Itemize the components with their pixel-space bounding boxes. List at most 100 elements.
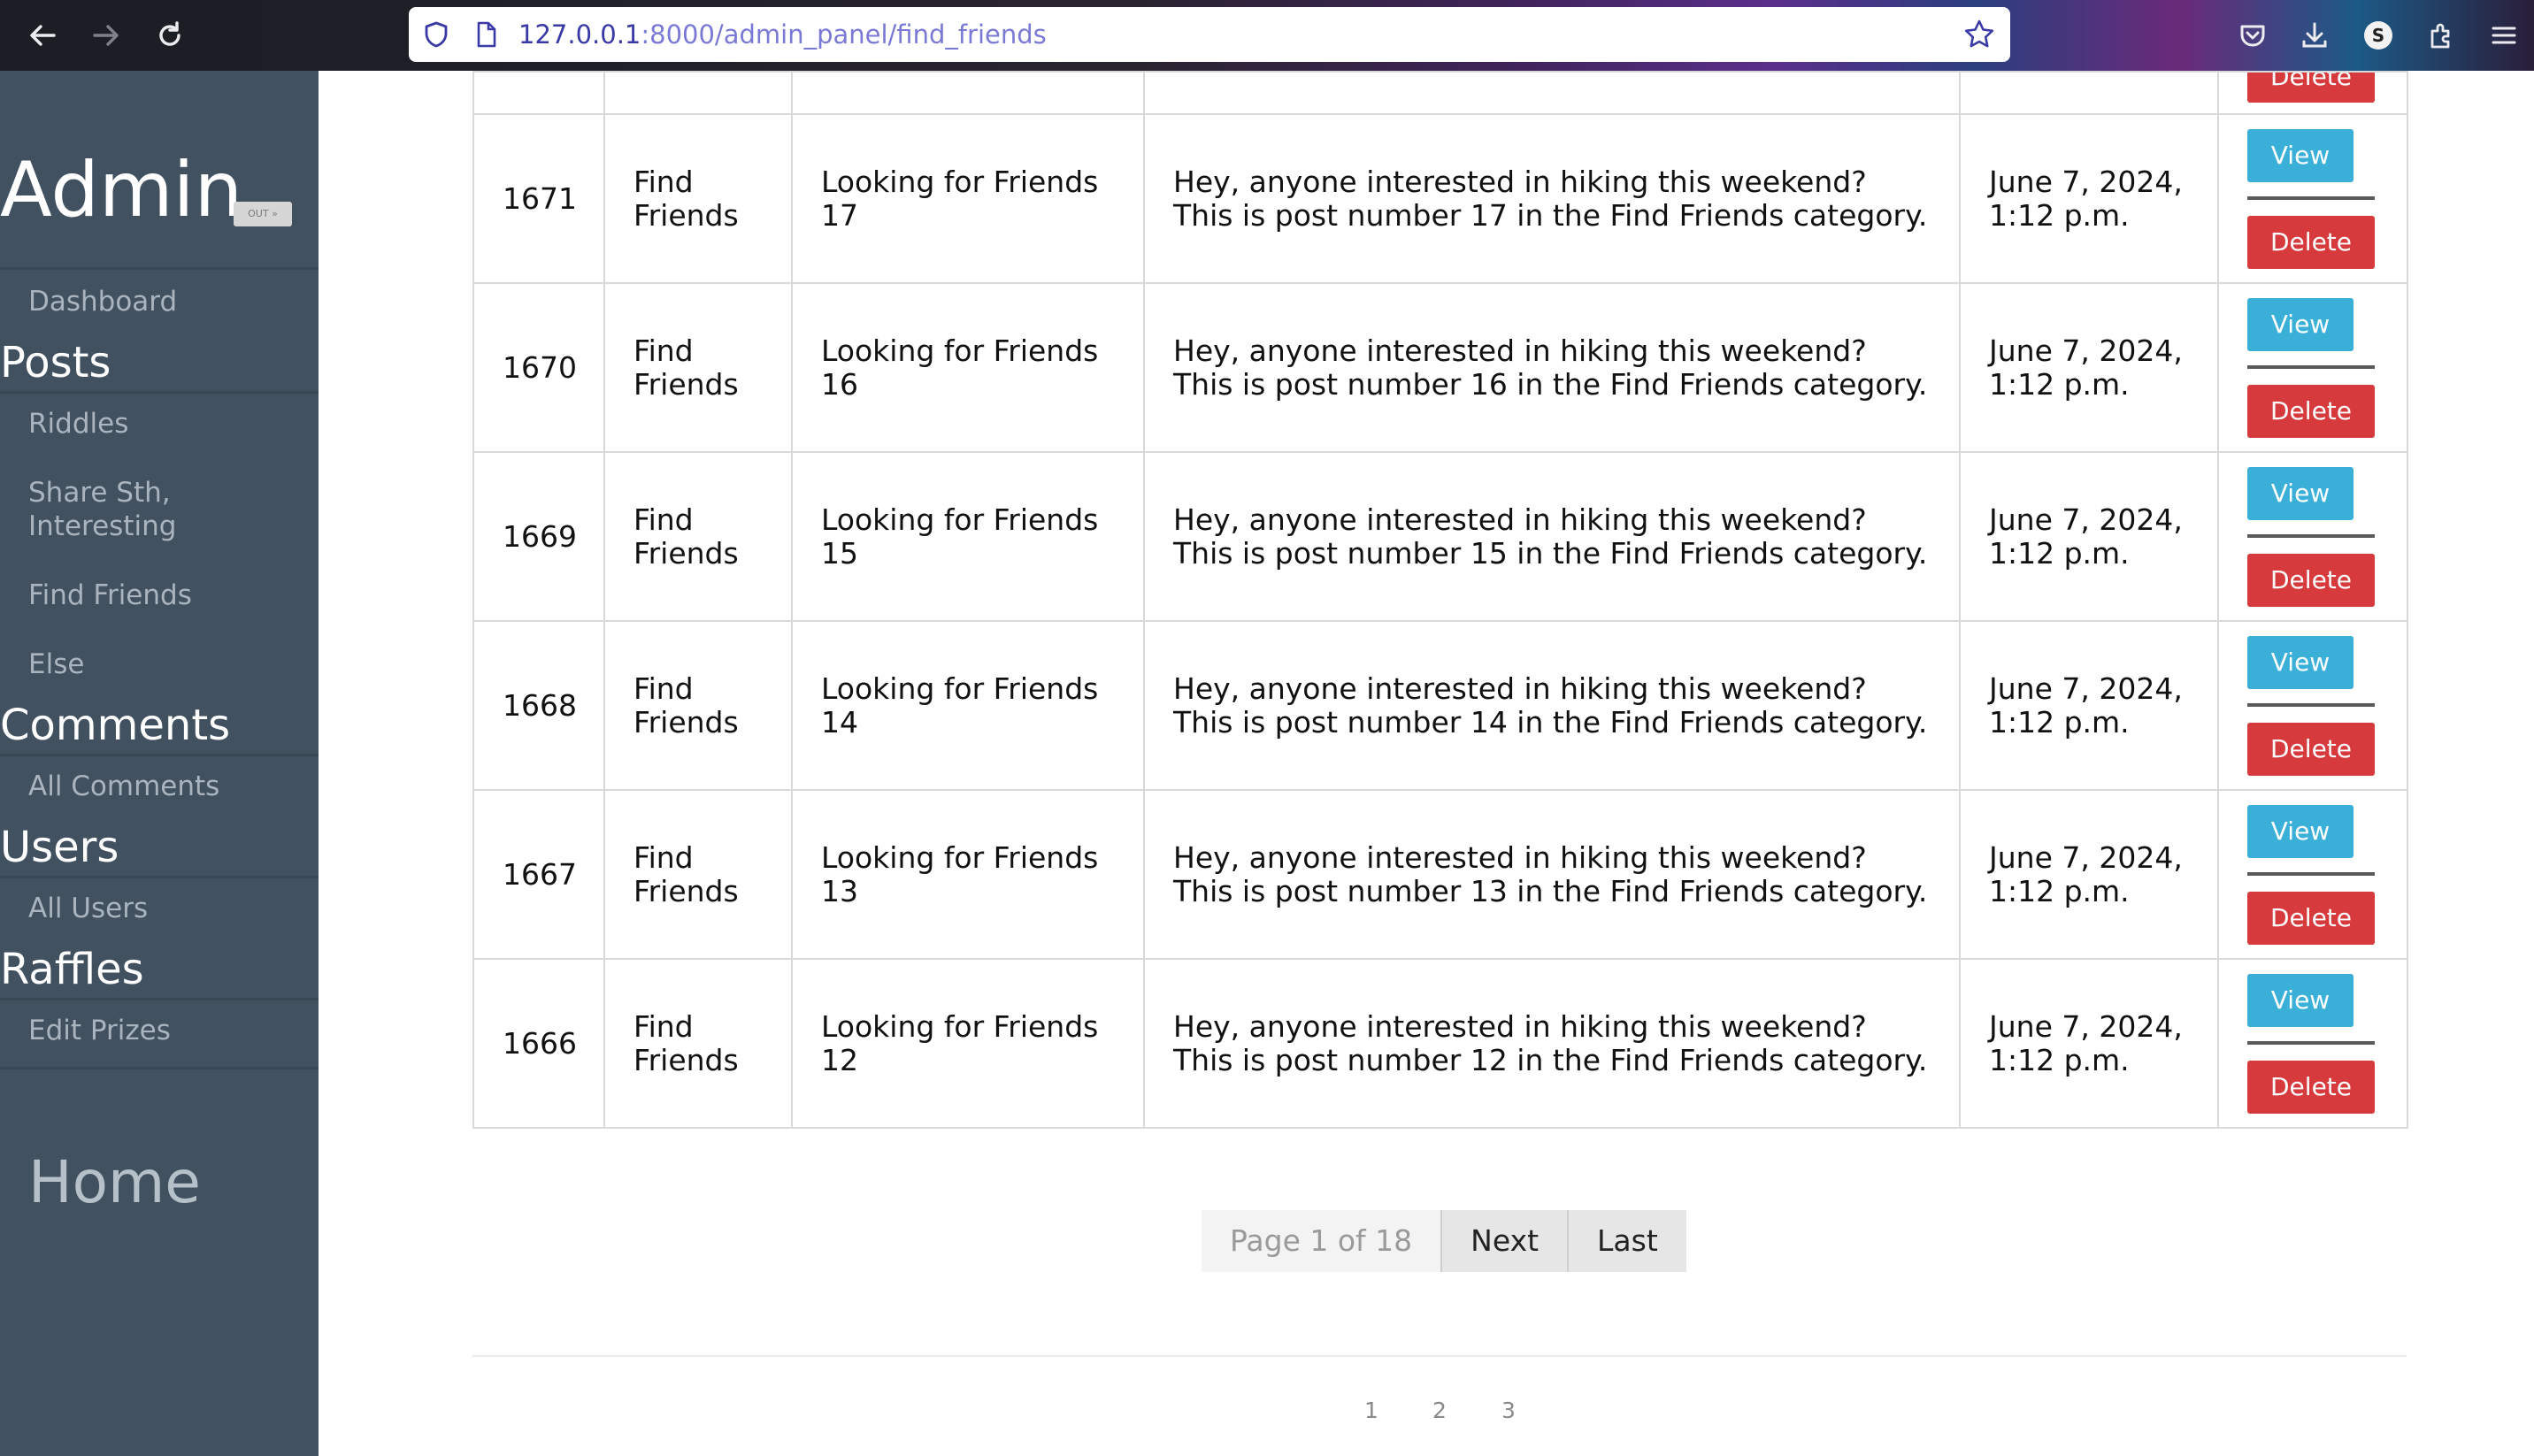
- delete-button[interactable]: Delete: [2247, 215, 2375, 269]
- delete-button[interactable]: Delete: [2247, 384, 2375, 438]
- post-category: Find Friends: [603, 451, 793, 622]
- delete-button[interactable]: Delete: [2247, 1060, 2375, 1114]
- actions-cell: View Delete: [2217, 620, 2408, 791]
- post-id: 1668: [472, 620, 605, 791]
- sidebar-item-share-something-interesting[interactable]: Share Sth, Interesting: [28, 476, 176, 543]
- account-icon[interactable]: S: [2355, 12, 2401, 58]
- sidebar-item-else[interactable]: Else: [28, 648, 84, 681]
- sidebar-divider: [0, 754, 319, 756]
- sidebar-item-all-users[interactable]: All Users: [28, 892, 148, 925]
- action-divider: [2247, 195, 2375, 200]
- table-row: 1667 Find Friends Looking for Friends 13…: [472, 789, 2408, 960]
- actions-cell: View Delete: [2217, 789, 2408, 960]
- sidebar-item-edit-prizes[interactable]: Edit Prizes: [28, 1014, 171, 1047]
- post-id: 1669: [472, 451, 605, 622]
- bookmark-star-icon[interactable]: [1962, 18, 1996, 55]
- sidebar-heading-raffles: Raffles: [0, 945, 144, 994]
- post-category: Find Friends: [603, 958, 793, 1129]
- post-content: Hey, anyone interested in hiking this we…: [1143, 789, 1961, 960]
- next-page-button[interactable]: Next: [1440, 1210, 1568, 1272]
- post-title: Looking for Friends 17: [791, 113, 1145, 284]
- reload-icon[interactable]: [147, 12, 193, 58]
- post-date: June 7, 2024, 1:12 p.m.: [1959, 282, 2219, 453]
- view-button[interactable]: View: [2247, 297, 2354, 351]
- url-text[interactable]: 127.0.0.1:8000/admin_panel/find_friends: [518, 7, 1047, 62]
- table-row: 1670 Find Friends Looking for Friends 16…: [472, 282, 2408, 453]
- table-row-partial: Delete: [472, 71, 2408, 115]
- actions-cell: View Delete: [2217, 451, 2408, 622]
- sidebar-heading-users: Users: [0, 823, 119, 872]
- post-category: Find Friends: [603, 282, 793, 453]
- sidebar-brand[interactable]: Admin: [0, 152, 242, 228]
- post-title: Looking for Friends 15: [791, 451, 1145, 622]
- pagination: Page 1 of 18 Next Last: [1202, 1210, 1686, 1272]
- back-arrow-icon[interactable]: [19, 12, 65, 58]
- action-divider: [2247, 1040, 2375, 1045]
- page-link-2[interactable]: 2: [1432, 1398, 1447, 1423]
- sidebar-item-find-friends[interactable]: Find Friends: [28, 579, 192, 612]
- table-row: 1669 Find Friends Looking for Friends 15…: [472, 451, 2408, 622]
- post-date: June 7, 2024, 1:12 p.m.: [1959, 113, 2219, 284]
- view-button[interactable]: View: [2247, 804, 2354, 858]
- menu-icon[interactable]: [2481, 12, 2527, 58]
- page-link-1[interactable]: 1: [1364, 1398, 1378, 1423]
- delete-button[interactable]: Delete: [2247, 553, 2375, 607]
- post-id: 1670: [472, 282, 605, 453]
- post-title: Looking for Friends 16: [791, 282, 1145, 453]
- page-info: Page 1 of 18: [1202, 1210, 1441, 1272]
- posts-table-container: Delete 1671 Find Friends Looking for Fri…: [472, 71, 2408, 1129]
- post-title: Looking for Friends 12: [791, 958, 1145, 1129]
- forward-arrow-icon[interactable]: [83, 12, 129, 58]
- table-cell: [791, 71, 1145, 115]
- sidebar-divider: [0, 876, 319, 878]
- post-date: June 7, 2024, 1:12 p.m.: [1959, 789, 2219, 960]
- download-icon[interactable]: [2292, 12, 2338, 58]
- post-id: 1666: [472, 958, 605, 1129]
- sidebar-item-label: Interesting: [28, 510, 177, 542]
- url-path: :8000/admin_panel/find_friends: [641, 19, 1047, 50]
- sidebar-item-home[interactable]: Home: [28, 1153, 201, 1212]
- sidebar-item-label: Share Sth,: [28, 477, 171, 509]
- post-date: June 7, 2024, 1:12 p.m.: [1959, 958, 2219, 1129]
- admin-sidebar: Admin OUT » Dashboard Posts Riddles Shar…: [0, 71, 319, 1456]
- sidebar-heading-posts: Posts: [0, 338, 111, 387]
- post-title: Looking for Friends 13: [791, 789, 1145, 960]
- sidebar-divider: [0, 267, 319, 270]
- delete-button[interactable]: Delete: [2247, 73, 2375, 103]
- actions-cell: View Delete: [2217, 113, 2408, 284]
- delete-button[interactable]: Delete: [2247, 722, 2375, 776]
- actions-cell: View Delete: [2217, 282, 2408, 453]
- post-id: 1667: [472, 789, 605, 960]
- post-content: Hey, anyone interested in hiking this we…: [1143, 958, 1961, 1129]
- view-button[interactable]: View: [2247, 128, 2354, 182]
- post-content: Hey, anyone interested in hiking this we…: [1143, 451, 1961, 622]
- post-date: June 7, 2024, 1:12 p.m.: [1959, 451, 2219, 622]
- actions-cell: Delete: [2217, 71, 2408, 115]
- sidebar-item-dashboard[interactable]: Dashboard: [28, 285, 177, 318]
- shield-icon[interactable]: [421, 19, 451, 53]
- logout-badge[interactable]: OUT »: [234, 202, 292, 226]
- sidebar-item-all-comments[interactable]: All Comments: [28, 770, 219, 803]
- sidebar-item-riddles[interactable]: Riddles: [28, 407, 128, 441]
- view-button[interactable]: View: [2247, 635, 2354, 689]
- actions-cell: View Delete: [2217, 958, 2408, 1129]
- page-link-3[interactable]: 3: [1501, 1398, 1516, 1423]
- delete-button[interactable]: Delete: [2247, 891, 2375, 945]
- svg-text:S: S: [2372, 25, 2384, 46]
- address-bar[interactable]: 127.0.0.1:8000/admin_panel/find_friends: [409, 7, 2010, 62]
- post-content: Hey, anyone interested in hiking this we…: [1143, 620, 1961, 791]
- table-row: 1666 Find Friends Looking for Friends 12…: [472, 958, 2408, 1129]
- action-divider: [2247, 533, 2375, 538]
- page-number-links: 1 2 3: [0, 1398, 2534, 1424]
- action-divider: [2247, 871, 2375, 876]
- pocket-icon[interactable]: [2230, 12, 2276, 58]
- last-page-button[interactable]: Last: [1567, 1210, 1686, 1272]
- view-button[interactable]: View: [2247, 973, 2354, 1027]
- action-divider: [2247, 364, 2375, 369]
- post-content: Hey, anyone interested in hiking this we…: [1143, 282, 1961, 453]
- sidebar-divider: [0, 998, 319, 1000]
- extensions-icon[interactable]: [2419, 12, 2465, 58]
- view-button[interactable]: View: [2247, 466, 2354, 520]
- table-row: 1668 Find Friends Looking for Friends 14…: [472, 620, 2408, 791]
- table-cell: [472, 71, 605, 115]
